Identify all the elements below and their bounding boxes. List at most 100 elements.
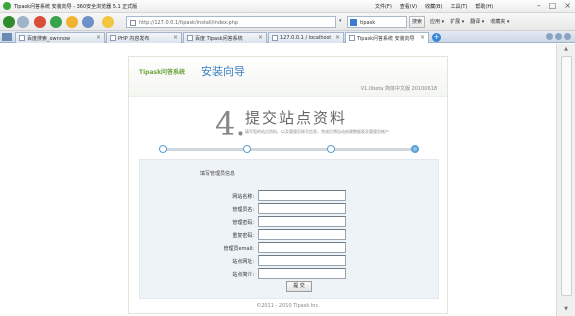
tab-favicon <box>349 35 355 41</box>
password-label: 管理密码: <box>232 220 254 226</box>
address-bar[interactable]: http://127.0.0.1/tipask/install/index.ph… <box>126 16 336 28</box>
tool-favorites[interactable]: 收藏夹 ▾ <box>490 18 509 25</box>
back-icon[interactable] <box>3 16 15 28</box>
page-footer: ©2011 - 2010 Tipask Inc. <box>256 303 320 309</box>
tab-label: 百度 Tipask问答系统 <box>195 36 243 42</box>
scroll-up-icon[interactable]: ▲ <box>561 46 571 54</box>
admin-email-input[interactable] <box>258 242 346 253</box>
search-text: tipask <box>360 20 376 26</box>
menu-help[interactable]: 帮助(H) <box>475 3 493 10</box>
tab-favicon <box>110 35 116 41</box>
tool-extensions[interactable]: 扩展 ▾ <box>450 18 464 25</box>
vertical-scrollbar[interactable]: ▲ ▼ <box>556 44 575 316</box>
maximize-icon[interactable]: □ <box>549 1 557 10</box>
tab-php[interactable]: PHP 内容发布 × <box>106 32 182 43</box>
menu-file[interactable]: 文件(F) <box>375 3 392 10</box>
progress-step-3 <box>327 145 335 153</box>
tab-label: 127.0.0.1 / localhost <box>280 35 332 41</box>
site-desc-label: 站点简介: <box>232 272 254 278</box>
search-button[interactable]: 搜索 <box>409 16 425 28</box>
password-input[interactable] <box>258 216 346 227</box>
tab-favicon <box>272 35 278 41</box>
window-controls: – □ × <box>537 1 571 10</box>
address-url: http://127.0.0.1/tipask/install/index.ph… <box>139 20 239 26</box>
form-row: 管理密码: <box>140 216 440 228</box>
browser-logo-icon <box>3 2 11 10</box>
close-tab-icon[interactable]: × <box>96 34 101 41</box>
forward-icon[interactable] <box>17 16 29 28</box>
progress-track <box>159 145 419 154</box>
site-url-input[interactable] <box>258 255 346 266</box>
close-window-icon[interactable]: × <box>564 1 571 10</box>
scroll-down-icon[interactable]: ▼ <box>561 306 571 314</box>
menu-favorites[interactable]: 收藏(B) <box>425 3 442 10</box>
new-tab-icon[interactable]: + <box>432 33 441 42</box>
toolbar-tools: 应用 ▾ 扩展 ▾ 翻译 ▾ 收藏夹 ▾ <box>430 18 509 25</box>
form-row: 重复密码: <box>140 229 440 241</box>
admin-name-input[interactable] <box>258 203 346 214</box>
repeat-password-input[interactable] <box>258 229 346 240</box>
repeat-password-label: 重复密码: <box>232 233 254 239</box>
tab-favicon <box>19 35 25 41</box>
brand-logo: Tipask问答系统 <box>139 69 186 76</box>
tab-label: PHP 内容发布 <box>118 36 150 42</box>
version-label: V1.0beta 简体中文版 20100618 <box>360 86 437 92</box>
form-row: 站点网址: <box>140 255 440 267</box>
step-description: 填写您的站点资料，以及管理员账号信息，完成后将自动创建数据表及管理员帐户 <box>245 129 389 134</box>
stop-icon[interactable] <box>34 16 46 28</box>
menu-bar: 文件(F) 查看(V) 收藏(B) 工具(T) 帮助(H) <box>375 3 493 10</box>
tab-list-icon[interactable] <box>546 33 553 40</box>
tab-localhost[interactable]: 127.0.0.1 / localhost × <box>268 32 344 43</box>
site-name-label: 网站名称: <box>232 194 254 200</box>
site-info-form: 填写管理员信息 网站名称: 管理员名: 管理密码: 重复密码: 管理员email… <box>139 159 439 299</box>
home-icon[interactable] <box>66 16 78 28</box>
page-viewport: Tipask问答系统 安装向导 V1.0beta 简体中文版 20100618 … <box>0 44 556 316</box>
site-url-label: 站点网址: <box>232 259 254 265</box>
form-heading: 填写管理员信息 <box>200 171 236 177</box>
tab-favicon <box>187 35 193 41</box>
progress-line <box>159 148 419 151</box>
tab-baidu-tipask[interactable]: 百度 Tipask问答系统 × <box>183 32 267 43</box>
form-row: 网站名称: <box>140 190 440 202</box>
tab-label: Tipask问答系统 安装向导 <box>357 36 415 42</box>
close-tab-icon[interactable]: × <box>420 34 425 41</box>
form-row: 管理员email: <box>140 242 440 254</box>
tool-apps[interactable]: 应用 ▾ <box>430 18 444 25</box>
progress-step-4 <box>411 145 419 153</box>
tab-tipask-install[interactable]: Tipask问答系统 安装向导 × <box>345 32 429 43</box>
search-input[interactable]: tipask <box>347 16 407 28</box>
address-dropdown-icon[interactable]: ▾ <box>339 18 342 24</box>
tab-baidu[interactable]: 百度搜索_ownnow × <box>15 32 105 43</box>
step-title: 提交站点资料 <box>245 109 348 127</box>
tool-translate[interactable]: 翻译 ▾ <box>470 18 484 25</box>
window-title: Tipask问答系统 安装向导 - 360安全浏览器 5.1 正式版 <box>14 3 138 10</box>
admin-email-label: 管理员email: <box>223 246 254 252</box>
site-name-input[interactable] <box>258 190 346 201</box>
site-desc-input[interactable] <box>258 268 346 279</box>
tab-bar-controls <box>546 33 571 40</box>
tab-bar: 百度搜索_ownnow × PHP 内容发布 × 百度 Tipask问答系统 ×… <box>0 31 575 43</box>
tab-scroll-left-icon[interactable] <box>555 33 562 40</box>
close-tab-icon[interactable]: × <box>335 34 340 41</box>
navigation-bar: http://127.0.0.1/tipask/install/index.ph… <box>0 13 575 31</box>
search-engine-icon[interactable] <box>350 19 357 26</box>
close-tab-icon[interactable]: × <box>173 34 178 41</box>
menu-view[interactable]: 查看(V) <box>400 3 417 10</box>
submit-button[interactable]: 提 交 <box>286 281 312 292</box>
close-tab-icon[interactable]: × <box>258 34 263 41</box>
scrollbar-thumb[interactable] <box>561 56 572 296</box>
step-number: 4. <box>215 105 246 143</box>
refresh-icon[interactable] <box>50 16 62 28</box>
tab-scroll-right-icon[interactable] <box>564 33 571 40</box>
favorites-star-icon[interactable] <box>102 16 114 28</box>
tab-label: 百度搜索_ownnow <box>27 36 71 42</box>
undo-close-icon[interactable] <box>82 16 94 28</box>
menu-tools[interactable]: 工具(T) <box>450 3 467 10</box>
admin-name-label: 管理员名: <box>232 207 254 213</box>
form-row: 管理员名: <box>140 203 440 215</box>
install-wizard: Tipask问答系统 安装向导 V1.0beta 简体中文版 20100618 … <box>128 56 448 314</box>
progress-step-2 <box>243 145 251 153</box>
minimize-icon[interactable]: – <box>537 1 541 10</box>
sidebar-toggle-icon[interactable] <box>2 33 12 41</box>
page-icon <box>130 20 136 26</box>
